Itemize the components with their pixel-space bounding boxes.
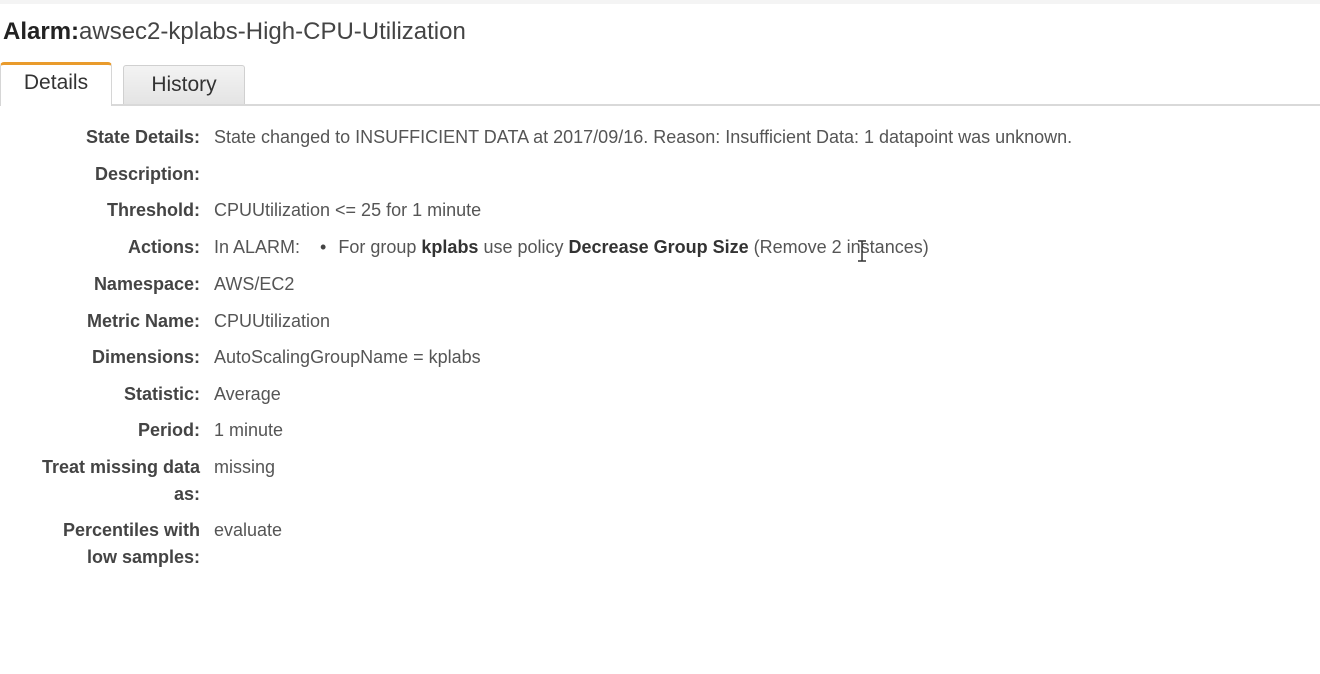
alarm-name: awsec2-kplabs-High-CPU-Utilization xyxy=(79,18,466,45)
treat-missing-label: Treat missing data as: xyxy=(0,454,200,508)
percentiles-label-line2: low samples: xyxy=(86,547,200,567)
metric-name-value: CPUUtilization xyxy=(214,311,331,331)
dimensions-label: Dimensions: xyxy=(91,347,200,367)
description-row: Description: xyxy=(0,161,1320,197)
alarm-details-page: Alarm:awsec2-kplabs-High-CPU-Utilization… xyxy=(0,0,1320,674)
percentiles-label-line1: Percentiles with xyxy=(62,520,200,540)
percentiles-label: Percentiles with low samples: xyxy=(0,517,200,571)
statistic-row: Statistic: Average xyxy=(0,381,1320,417)
percentiles-value: evaluate xyxy=(214,520,283,540)
actions-policy: Decrease Group Size xyxy=(568,237,749,257)
namespace-value: AWS/EC2 xyxy=(214,274,295,294)
tab-details[interactable]: Details xyxy=(0,62,112,106)
threshold-label: Threshold: xyxy=(107,200,200,220)
state-details-label: State Details: xyxy=(85,127,200,147)
actions-label: Actions: xyxy=(128,237,200,257)
bullet-icon: • xyxy=(320,237,327,257)
tab-divider xyxy=(0,104,1320,106)
dimensions-value: AutoScalingGroupName = kplabs xyxy=(214,347,481,367)
period-label: Period: xyxy=(137,420,200,440)
actions-text-1: For group xyxy=(338,237,417,257)
actions-row: Actions: In ALARM: • For group kplabs use … xyxy=(0,234,1320,271)
threshold-row: Threshold: CPUUtilization <= 25 for 1 mi… xyxy=(0,197,1320,234)
tab-bar: Details History xyxy=(0,62,1320,106)
percentiles-row: Percentiles with low samples: evaluate xyxy=(0,517,1320,577)
tab-history[interactable]: History xyxy=(123,65,245,104)
statistic-label: Statistic: xyxy=(123,384,200,404)
state-details-value: State changed to INSUFFICIENT DATA at 20… xyxy=(214,127,1073,147)
metric-name-label: Metric Name: xyxy=(86,311,200,331)
period-value: 1 minute xyxy=(214,420,284,440)
state-details-row: State Details: State changed to INSUFFIC… xyxy=(0,124,1320,161)
title-prefix: Alarm: xyxy=(3,18,80,45)
namespace-row: Namespace: AWS/EC2 xyxy=(0,271,1320,308)
period-row: Period: 1 minute xyxy=(0,417,1320,454)
dimensions-row: Dimensions: AutoScalingGroupName = kplab… xyxy=(0,344,1320,381)
treat-missing-row: Treat missing data as: missing xyxy=(0,454,1320,517)
treat-missing-label-line2: as: xyxy=(173,484,200,504)
namespace-label: Namespace: xyxy=(93,274,200,294)
actions-text-3: (Remove 2 instances) xyxy=(753,237,929,257)
top-divider xyxy=(0,0,1320,4)
description-label: Description: xyxy=(94,164,200,184)
statistic-value: Average xyxy=(214,384,281,404)
actions-value: In ALARM: • For group kplabs use policy De… xyxy=(200,234,929,261)
actions-group: kplabs xyxy=(421,237,479,257)
treat-missing-label-line1: Treat missing data xyxy=(41,457,200,477)
actions-state: In ALARM: xyxy=(214,237,301,257)
metric-name-row: Metric Name: CPUUtilization xyxy=(0,308,1320,344)
details-panel: State Details: State changed to INSUFFIC… xyxy=(0,124,1320,577)
actions-text-2: use policy xyxy=(483,237,564,257)
threshold-value: CPUUtilization <= 25 for 1 minute xyxy=(214,200,482,220)
page-title: Alarm:awsec2-kplabs-High-CPU-Utilization xyxy=(3,18,466,46)
treat-missing-value: missing xyxy=(214,457,276,477)
